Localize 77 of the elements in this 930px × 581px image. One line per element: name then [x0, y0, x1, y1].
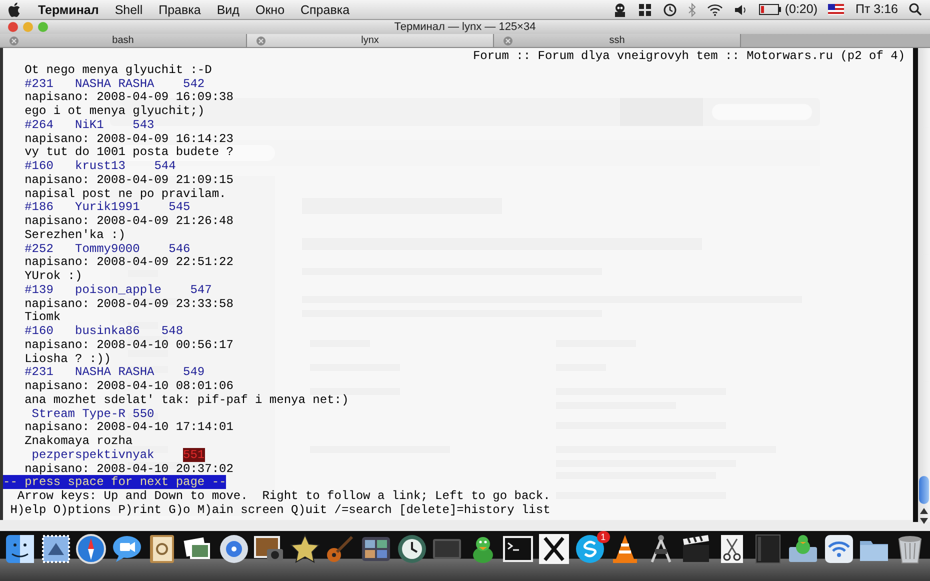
post-link[interactable]: #264 NiK1 543	[24, 118, 154, 132]
terminal-line: napisal post ne po pravilam.	[24, 186, 226, 200]
stamp-icon[interactable]	[40, 533, 72, 565]
scroll-bar[interactable]	[918, 48, 930, 522]
window-title: Терминал — lynx — 125×34	[394, 21, 536, 33]
star-icon[interactable]	[288, 533, 321, 565]
duck-folder-icon[interactable]	[787, 533, 820, 565]
terminal-line: napisano: 2008-04-09 16:09:38	[24, 90, 234, 104]
post-link[interactable]: #186 Yurik1991 545	[24, 200, 190, 214]
scroll-thumb[interactable]	[919, 476, 930, 504]
terminal-line: Liosha ? :))	[24, 352, 112, 366]
face-icon[interactable]	[4, 533, 36, 565]
clock-icon[interactable]	[396, 533, 428, 565]
terminal-line: napisano: 2008-04-09 21:09:15	[24, 172, 234, 187]
notification-badge: 1	[596, 531, 610, 543]
terminal-line: ego i ot menya glyuchit;)	[24, 104, 205, 118]
app-menu[interactable]: Терминал	[30, 0, 107, 20]
search-icon[interactable]	[909, 3, 922, 16]
terminal-line: ana mozhet sdelat' tak: pif-paf i menya net:)	[24, 392, 349, 407]
help-line: Arrow keys: Up and Down to move. Right to follow a link; Left to go back.	[17, 489, 550, 503]
x-logo-icon[interactable]	[538, 533, 570, 565]
close-icon[interactable]	[256, 36, 266, 46]
menu-item[interactable]: Shell	[106, 0, 151, 20]
terminal-line: Ot nego menya glyuchit :-D	[24, 62, 212, 77]
terminal-line: napisano: 2008-04-09 22:51:22	[24, 255, 234, 270]
chat-circle-icon[interactable]	[574, 533, 606, 565]
terminal-line: napisano: 2008-04-09 21:26:48	[24, 214, 234, 228]
close-icon[interactable]	[9, 36, 19, 46]
pager-prompt: -- press space for next page --	[3, 475, 226, 490]
terminal-tab[interactable]: lynx	[247, 34, 494, 47]
terminal-tab[interactable]: ssh	[494, 34, 741, 47]
terminal-icon[interactable]	[502, 533, 534, 565]
apple-icon[interactable]	[8, 2, 22, 18]
post-link[interactable]: Stream Type-R 550	[24, 406, 154, 420]
page-title: Forum :: Forum dlya vneigrovyh tem :: Motorwars.ru (p2 of 4)	[472, 49, 906, 63]
wifi-icon[interactable]	[822, 533, 855, 565]
bluetooth-icon[interactable]	[688, 2, 696, 16]
terminal-line: vy tut do 1001 posta budete ?	[24, 145, 234, 160]
battery-icon[interactable]	[758, 4, 781, 15]
robot-icon[interactable]	[612, 2, 627, 16]
up-arrow-icon[interactable]	[920, 508, 928, 514]
post-link[interactable]: #252 Tommy9000 546	[24, 242, 190, 256]
terminal-tab[interactable]: bash	[0, 34, 247, 47]
terminal-line: napisano: 2008-04-10 00:56:17	[24, 338, 234, 352]
terminal-line: YUrok :)	[24, 269, 82, 283]
post-link[interactable]: #160 krust13 544	[24, 159, 176, 173]
help-line: H)elp O)ptions P)rint G)o M)ain screen Q)uit /=search [delete]=history list	[10, 502, 550, 517]
terminal-line: napisano: 2008-04-10 08:01:06	[24, 379, 234, 393]
close-button[interactable]	[8, 22, 18, 32]
flag-icon[interactable]	[828, 4, 844, 15]
terminal-line: napisano: 2008-04-09 16:14:23	[24, 132, 234, 146]
post-link[interactable]: #231 NASHA RASHA 549	[24, 365, 205, 380]
menu-item[interactable]: Справка	[292, 0, 358, 20]
terminal-line: Znakomaya rozha	[24, 434, 133, 448]
volume-icon[interactable]	[734, 4, 748, 16]
down-arrow-icon[interactable]	[920, 518, 928, 524]
menu-clock[interactable]: Пт 3:16	[855, 0, 898, 19]
terminal-line: Tiomk	[24, 310, 61, 324]
post-link[interactable]: #139 poison_apple 547	[24, 282, 212, 297]
clock-icon[interactable]	[662, 2, 677, 16]
terminal-line: Serezhen'ka :)	[24, 228, 126, 242]
grid-icon[interactable]	[638, 2, 652, 16]
close-icon[interactable]	[503, 36, 513, 46]
battery-time: (0:20)	[784, 1, 818, 18]
terminal-line: napisano: 2008-04-10 17:14:01	[24, 420, 234, 434]
menu-item[interactable]: Правка	[150, 0, 209, 20]
compass-icon[interactable]	[75, 533, 108, 565]
author-link[interactable]: pezperspektivnyak	[24, 448, 154, 462]
post-link[interactable]: #160 businka86 548	[24, 324, 184, 338]
post-link[interactable]: #231 NASHA RASHA 542	[24, 76, 205, 90]
wifi-icon[interactable]	[706, 4, 723, 16]
terminal-line: napisano: 2008-04-09 23:33:58	[24, 296, 234, 310]
terminal-line: napisano: 2008-04-10 20:37:02	[24, 462, 234, 476]
menu-item[interactable]: Вид	[208, 0, 248, 20]
menu-item[interactable]: Окно	[247, 0, 293, 20]
speech-bubble-icon[interactable]	[110, 533, 143, 565]
cd-icon[interactable]	[218, 533, 250, 565]
